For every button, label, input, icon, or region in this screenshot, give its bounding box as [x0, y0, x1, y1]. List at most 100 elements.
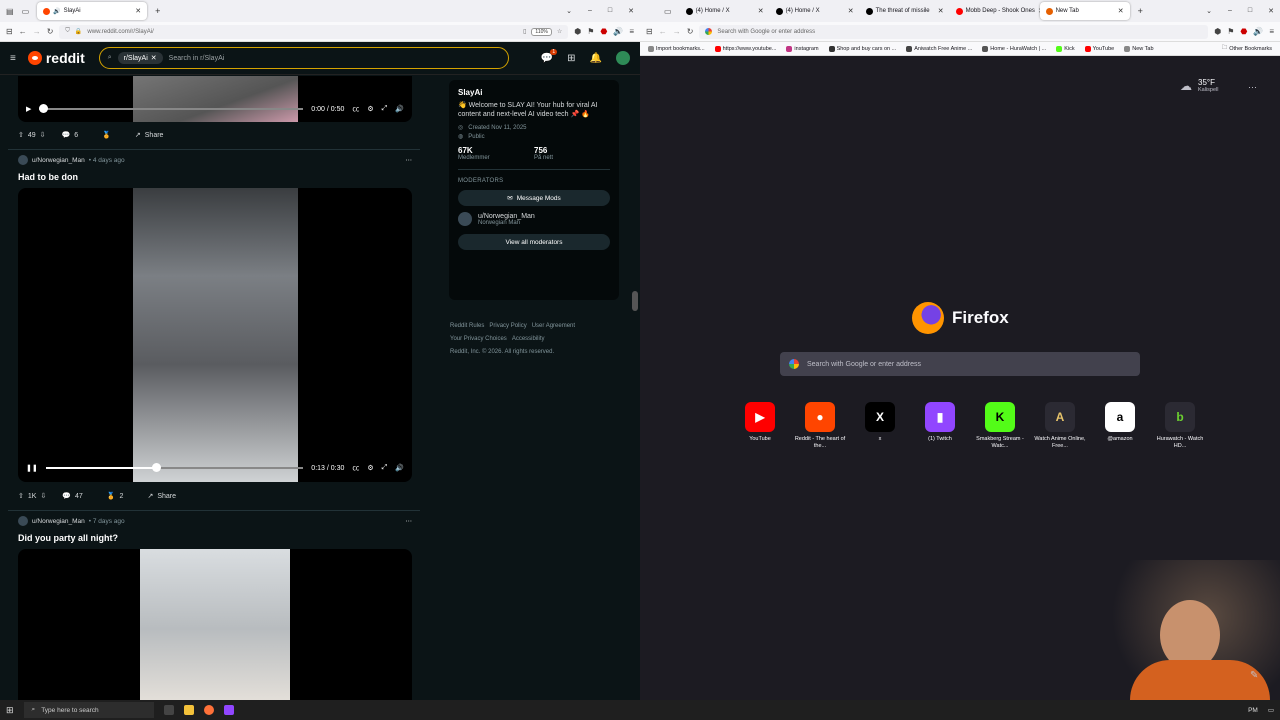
video-player-post2[interactable]: ❚❚ 0:13 / 0:30 ㏄ ⚙ ⤢ 🔊: [18, 188, 412, 482]
extension-ublock-icon[interactable]: ⬢: [574, 27, 581, 36]
fullscreen-icon[interactable]: ⤢: [382, 464, 388, 472]
shortcut-tile[interactable]: ▶ YouTube: [730, 402, 790, 450]
tab-2[interactable]: (4) Home / X ✕: [770, 2, 860, 20]
seek-bar[interactable]: [39, 104, 304, 113]
share-button[interactable]: ↗ Share: [127, 128, 172, 142]
sidebar-icon[interactable]: ⊟: [646, 27, 653, 36]
volume-icon[interactable]: 🔊: [395, 105, 404, 113]
upvote-icon[interactable]: ⇧: [18, 131, 24, 139]
captions-icon[interactable]: ㏄: [352, 463, 359, 473]
author-name[interactable]: u/Norwegian_Man: [32, 518, 85, 525]
sidebar-toggle-icon[interactable]: ▤: [6, 7, 14, 16]
bookmark-item[interactable]: Import bookmarks...: [648, 45, 705, 52]
reader-icon[interactable]: ▯: [523, 28, 526, 35]
lock-icon[interactable]: 🔒: [75, 28, 82, 35]
extension-red-icon[interactable]: ⬣: [1240, 27, 1247, 36]
author-avatar[interactable]: [18, 155, 28, 165]
scrollbar-thumb[interactable]: [632, 291, 638, 311]
close-window-button[interactable]: ✕: [1268, 7, 1274, 15]
award-button[interactable]: 🏅: [94, 128, 119, 142]
create-post-icon[interactable]: ⊞: [567, 53, 575, 64]
hamburger-icon[interactable]: ≡: [10, 53, 16, 64]
close-tab-icon[interactable]: ✕: [848, 7, 854, 15]
link-privacy-choices[interactable]: Your Privacy Choices: [450, 336, 507, 342]
comments-button[interactable]: 💬 6: [54, 128, 87, 142]
downvote-icon[interactable]: ⇩: [40, 131, 46, 139]
bookmark-item[interactable]: https://www.youtube...: [714, 45, 776, 52]
tab-list-icon[interactable]: ▭: [22, 7, 30, 16]
pause-icon[interactable]: ❚❚: [26, 464, 38, 472]
tab-5[interactable]: New Tab ✕: [1039, 2, 1130, 20]
page-scrollbar[interactable]: [630, 76, 640, 700]
subreddit-chip[interactable]: r/SlayAi ✕: [117, 52, 163, 64]
shortcut-tile[interactable]: ● Reddit - The heart of the...: [790, 402, 850, 450]
clock[interactable]: PM: [1248, 707, 1258, 714]
tab-4[interactable]: Mobb Deep - Shook Ones✕: [950, 2, 1040, 20]
bookmark-item[interactable]: New Tab: [1124, 45, 1154, 52]
video-player-post3[interactable]: [18, 549, 412, 700]
reload-icon[interactable]: ↻: [47, 27, 54, 36]
sidebar-icon[interactable]: ⊟: [6, 27, 13, 36]
close-tab-icon[interactable]: ✕: [1118, 7, 1124, 15]
user-avatar[interactable]: [616, 51, 630, 65]
comments-button[interactable]: 💬 47: [54, 489, 91, 503]
bookmark-item[interactable]: Shop and buy cars on ...: [828, 45, 896, 52]
bell-icon[interactable]: 🔔: [590, 53, 602, 64]
speaker-toolbar-icon[interactable]: 🔊: [613, 27, 623, 36]
award-button[interactable]: 🏅 2: [99, 489, 132, 503]
shield-icon[interactable]: ⛉: [65, 28, 70, 35]
post2-title[interactable]: Had to be don: [18, 172, 78, 182]
seek-knob[interactable]: [39, 104, 49, 113]
volume-icon[interactable]: 🔊: [395, 464, 404, 472]
close-tab-icon[interactable]: ✕: [938, 7, 944, 15]
extension-ublock-icon[interactable]: ⬢: [1214, 27, 1221, 36]
close-window-button[interactable]: ✕: [628, 7, 634, 15]
bookmark-item[interactable]: instagram: [786, 45, 819, 52]
view-all-moderators-button[interactable]: View all moderators: [458, 234, 610, 250]
chevron-down-icon[interactable]: ⌄: [1206, 7, 1212, 15]
bookmark-item[interactable]: Aniwatch Free Anime ...: [906, 45, 972, 52]
new-tab-button[interactable]: +: [1138, 6, 1143, 16]
back-icon[interactable]: ←: [19, 27, 27, 36]
extension-red-icon[interactable]: ⬣: [600, 27, 607, 36]
upvote-icon[interactable]: ⇧: [18, 492, 24, 500]
chevron-down-icon[interactable]: ⌄: [566, 7, 572, 15]
notifications-icon[interactable]: ▭: [1268, 706, 1274, 714]
chip-close-icon[interactable]: ✕: [151, 54, 157, 62]
seek-knob[interactable]: [152, 463, 162, 472]
firefox-taskbar-icon[interactable]: [203, 705, 214, 715]
reddit-logo[interactable]: reddit: [27, 50, 85, 66]
weather-widget[interactable]: ☁ 35°F Kalispell: [1180, 78, 1218, 93]
author-avatar[interactable]: [18, 516, 28, 526]
bookmark-item[interactable]: Home - HuraWatch | ...: [982, 45, 1046, 52]
settings-gear-icon[interactable]: ⚙: [367, 464, 373, 472]
newtab-search-input[interactable]: Search with Google or enter address: [780, 352, 1140, 376]
tab-3[interactable]: The threat of missile ✕: [860, 2, 950, 20]
more-options-icon[interactable]: ⋯: [406, 156, 413, 164]
extension-icon[interactable]: ⚑: [587, 27, 594, 36]
extension-icon[interactable]: ⚑: [1227, 27, 1234, 36]
new-tab-button[interactable]: +: [155, 6, 160, 16]
tab-slayai[interactable]: 🔊 SlayAi ✕: [37, 2, 148, 20]
fullscreen-icon[interactable]: ⤢: [382, 105, 388, 113]
minimize-button[interactable]: –: [1228, 7, 1232, 15]
file-explorer-icon[interactable]: [183, 705, 194, 715]
close-tab-icon[interactable]: ✕: [135, 7, 141, 15]
message-mods-button[interactable]: ✉ Message Mods: [458, 190, 610, 206]
shortcut-tile[interactable]: ▮ (1) Twitch: [910, 402, 970, 450]
captions-icon[interactable]: ㏄: [352, 104, 359, 114]
moderator-entry[interactable]: u/Norwegian_Man Norwegian Man: [458, 212, 610, 226]
more-options-icon[interactable]: ⋯: [1248, 82, 1257, 93]
tab-1[interactable]: (4) Home / X ✕: [680, 2, 770, 20]
tab-list-icon[interactable]: ▭: [664, 7, 672, 16]
zoom-indicator[interactable]: 110%: [531, 27, 552, 36]
pencil-icon[interactable]: ✎: [1250, 670, 1258, 681]
menu-icon[interactable]: ≡: [629, 27, 634, 36]
menu-icon[interactable]: ≡: [1269, 27, 1274, 36]
video-player-post1[interactable]: ▶ 0:00 / 0:50 ㏄ ⚙ ⤢ 🔊: [18, 76, 412, 122]
bookmark-star-icon[interactable]: ☆: [557, 28, 562, 35]
speaker-icon[interactable]: 🔊: [53, 8, 60, 15]
play-icon[interactable]: ▶: [26, 105, 31, 113]
link-accessibility[interactable]: Accessibility: [512, 336, 545, 342]
link-privacy-policy[interactable]: Privacy Policy: [489, 323, 526, 329]
